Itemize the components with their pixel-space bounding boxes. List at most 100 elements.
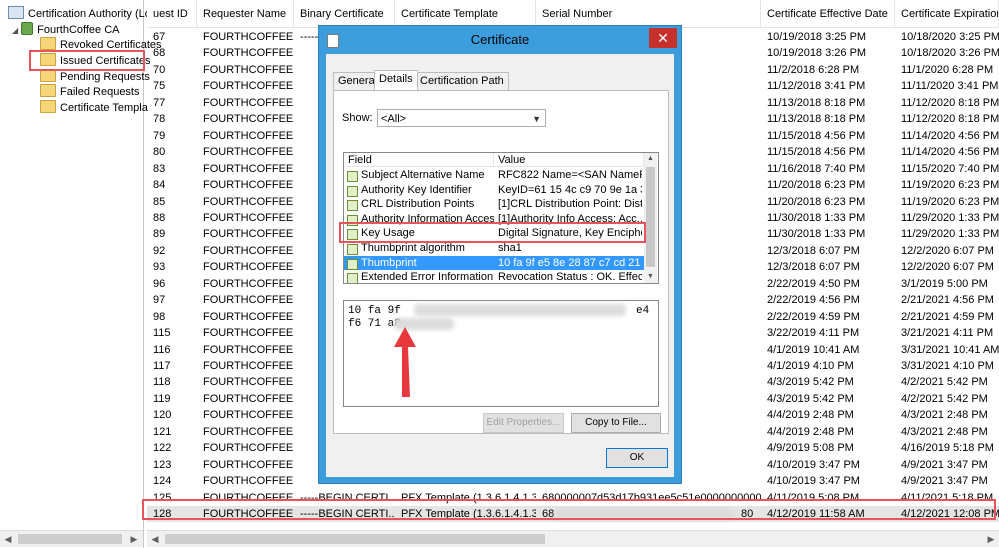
field-list-scrollbar[interactable]: ▲ ▼ (644, 153, 657, 283)
field-value: sha1 (498, 242, 522, 254)
folder-icon (40, 100, 56, 113)
column-header-requester[interactable]: Requester Name (197, 0, 294, 28)
tab-certification-path[interactable]: Certification Path (415, 72, 509, 90)
tree-ca-node[interactable]: ◢ FourthCoffee CA (12, 22, 120, 38)
table-cell-effective: 12/3/2018 6:07 PM (767, 261, 860, 274)
property-icon (347, 214, 358, 226)
table-cell-effective: 4/4/2019 2:48 PM (767, 425, 854, 438)
console-tree: Certification Authority (Lo ◢ FourthCoffe… (0, 0, 162, 548)
value-line-1: 10 fa 9f (348, 305, 401, 317)
field-value: [1]CRL Distribution Point: Distr... (498, 198, 642, 211)
property-icon (347, 273, 358, 283)
table-cell-requester: FOURTHCOFFEE... (203, 261, 294, 274)
table-cell-effective: 4/11/2019 5:08 PM (767, 491, 860, 504)
column-header-expiration[interactable]: Certificate Expiration (895, 0, 999, 28)
field-list[interactable]: Field Value Subject Alternative Name RFC8… (343, 152, 659, 284)
scroll-thumb[interactable] (165, 534, 545, 544)
field-list-item[interactable]: Subject Alternative Name RFC822 Name=<SAN… (344, 168, 644, 183)
table-cell-requester: FOURTHCOFFEE... (203, 458, 294, 471)
table-cell-effective: 2/22/2019 4:59 PM (767, 310, 860, 323)
scroll-left-icon[interactable]: ◀ (147, 531, 163, 547)
expand-triangle-icon[interactable]: ◢ (12, 26, 18, 35)
tree-horizontal-scrollbar[interactable]: ◀ ▶ (0, 530, 143, 547)
table-cell-id: 75 (153, 80, 166, 93)
table-cell-expiration: 4/11/2021 5:18 PM (901, 491, 994, 504)
table-row[interactable]: 128 FOURTHCOFFEE... -----BEGIN CERTI... PFX… (147, 506, 999, 523)
tree-ca-label: FourthCoffee CA (37, 24, 120, 36)
grid-horizontal-scrollbar[interactable]: ◀ ▶ (147, 530, 999, 547)
table-cell-expiration: 4/2/2021 5:42 PM (901, 376, 988, 389)
table-cell-id: 123 (153, 458, 172, 471)
table-cell-expiration: 2/21/2021 4:59 PM (901, 310, 994, 323)
ok-button[interactable]: OK (606, 448, 668, 468)
column-header-effective-date[interactable]: Certificate Effective Date (761, 0, 895, 28)
scroll-right-icon[interactable]: ▶ (983, 531, 999, 547)
table-cell-binary: -----BEGIN CERTI... (300, 491, 395, 504)
table-cell-expiration: 4/9/2021 3:47 PM (901, 458, 988, 471)
table-cell-effective: 11/15/2018 4:56 PM (767, 129, 866, 142)
table-cell-effective: 4/10/2019 3:47 PM (767, 475, 860, 488)
column-header-serial[interactable]: Serial Number (536, 0, 761, 28)
field-list-item[interactable]: Extended Error Information Revocation Sta… (344, 270, 644, 283)
tree-item-pending[interactable]: Pending Requests (40, 69, 150, 85)
column-header-template[interactable]: Certificate Template (395, 0, 536, 28)
column-header-request-id[interactable]: uest ID (147, 0, 197, 28)
table-cell-requester: FOURTHCOFFEE... (203, 244, 294, 257)
table-cell-template: PFX Template (1.3.6.1.4.1.3... (401, 491, 536, 504)
field-list-item[interactable]: CRL Distribution Points [1]CRL Distributi… (344, 197, 644, 212)
field-value: 10 fa 9f e5 8e 28 87 c7 cd 21 ... (498, 256, 642, 269)
copy-to-file-button[interactable]: Copy to File... (571, 413, 661, 433)
table-cell-effective: 4/10/2019 3:47 PM (767, 458, 860, 471)
close-button[interactable]: ✕ (649, 28, 677, 48)
tree-item-templates[interactable]: Certificate Templa (40, 100, 148, 116)
table-cell-id: 88 (153, 211, 166, 224)
table-cell-requester: FOURTHCOFFEE... (203, 392, 294, 405)
table-cell-id: 118 (153, 376, 171, 389)
ca-server-icon (21, 22, 34, 35)
property-icon (347, 244, 358, 255)
table-cell-expiration: 11/1/2020 6:28 PM (901, 63, 994, 76)
column-header-binary[interactable]: Binary Certificate (294, 0, 395, 28)
table-cell-id: 93 (153, 261, 166, 274)
scroll-thumb[interactable] (18, 534, 122, 544)
scroll-thumb[interactable] (646, 167, 655, 267)
table-cell-effective: 10/19/2018 3:25 PM (767, 31, 867, 43)
field-list-item[interactable]: Authority Information Access [1]Authority… (344, 212, 644, 227)
table-cell-expiration: 11/19/2020 6:23 PM (901, 179, 999, 192)
table-cell-id: 120 (153, 409, 172, 422)
value-column-header[interactable]: Value (494, 153, 644, 167)
table-cell-expiration: 4/12/2021 12:08 PM (901, 508, 999, 521)
table-cell-expiration: 10/18/2020 3:25 PM (901, 31, 999, 43)
tree-item-failed[interactable]: Failed Requests (40, 84, 140, 100)
edit-properties-button[interactable]: Edit Properties... (483, 413, 564, 433)
scroll-left-icon[interactable]: ◀ (0, 531, 16, 547)
table-cell-effective: 4/9/2019 5:08 PM (767, 442, 854, 455)
field-name: Authority Key Identifier (361, 183, 472, 196)
folder-icon (40, 37, 56, 50)
table-cell-expiration: 4/3/2021 2:48 PM (901, 409, 988, 422)
table-cell-expiration: 10/18/2020 3:26 PM (901, 47, 999, 60)
tree-root-label: Certification Authority (Lo (28, 8, 151, 20)
table-cell-expiration: 12/2/2020 6:07 PM (901, 261, 994, 274)
scroll-down-icon[interactable]: ▼ (644, 271, 657, 283)
table-cell-requester: FOURTHCOFFEE... (203, 162, 294, 175)
red-arrow-icon (394, 327, 416, 397)
table-cell-id: 96 (153, 277, 166, 290)
table-cell-requester: FOURTHCOFFEE... (203, 491, 294, 504)
table-cell-effective: 11/30/2018 1:33 PM (767, 228, 866, 241)
tree-item-revoked[interactable]: Revoked Certificates (40, 37, 162, 53)
table-row[interactable]: 125 FOURTHCOFFEE... -----BEGIN CERTI... PFX… (147, 490, 999, 506)
scroll-up-icon[interactable]: ▲ (644, 153, 657, 165)
tree-root[interactable]: Certification Authority (Lo (8, 6, 151, 22)
field-name: Key Usage (361, 227, 415, 240)
field-list-item[interactable]: Authority Key Identifier KeyID=61 15 4c c… (344, 183, 644, 198)
field-list-item[interactable]: Key Usage Digital Signature, Key Encipher… (344, 226, 644, 241)
field-list-item[interactable]: Thumbprint 10 fa 9f e5 8e 28 87 c7 cd 21 … (344, 255, 644, 271)
table-cell-expiration: 11/15/2020 7:40 PM (901, 162, 999, 175)
field-column-header[interactable]: Field (344, 153, 494, 167)
tab-details[interactable]: Details (374, 70, 418, 90)
field-list-item[interactable]: Thumbprint algorithm sha1 (344, 241, 644, 256)
scroll-right-icon[interactable]: ▶ (126, 531, 142, 547)
tree-item-issued[interactable]: Issued Certificates (40, 53, 150, 69)
show-dropdown[interactable]: <All> ▼ (377, 109, 546, 127)
